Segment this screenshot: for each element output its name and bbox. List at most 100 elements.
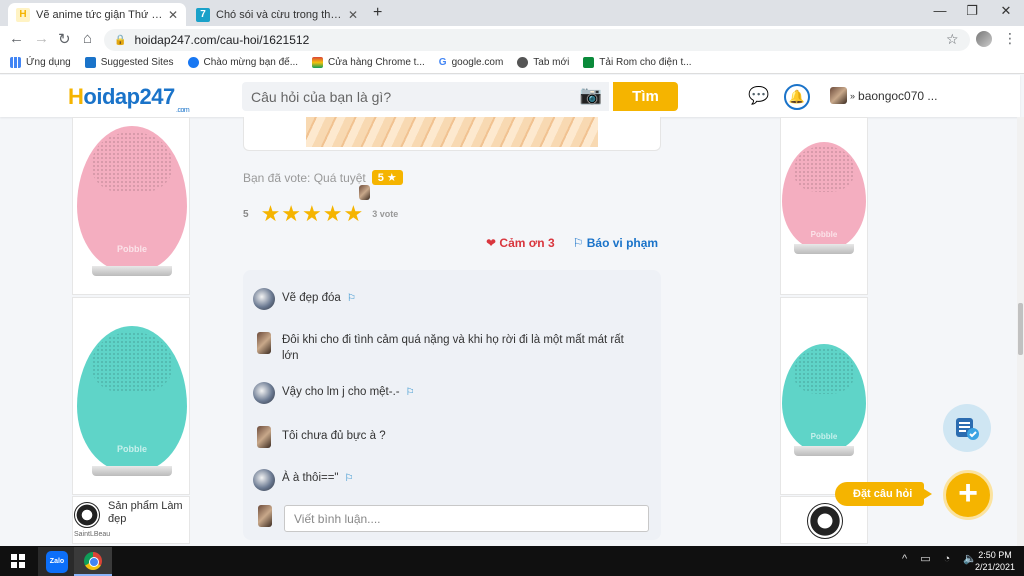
commenter-avatar[interactable] [257,426,271,448]
comment-text: Vậy cho lm j cho mệt-.- [282,386,400,398]
bookmark-suggested-sites[interactable]: Suggested Sites [84,57,174,68]
voter-avatar [359,185,370,200]
question-list-button[interactable] [943,404,991,452]
thanks-button[interactable]: ❤ Cảm ơn 3 [486,236,555,250]
bookmark-facebook[interactable]: Chào mừng bạn đế... [187,57,298,68]
add-question-button[interactable]: + [943,470,993,520]
hoidap247-logo[interactable]: Hoidap247 .com [68,84,190,114]
new-tab-button[interactable]: + [373,4,382,22]
commenter-avatar[interactable] [253,288,275,310]
flag-icon[interactable]: ⚐ [406,387,415,398]
lock-icon: 🔒 [114,34,127,46]
home-icon[interactable]: ⌂ [83,30,92,47]
comment-item: Vậy cho lm j cho mệt-.- ⚐ [253,382,637,404]
star-icon[interactable]: ★ [344,203,364,225]
ad-frame-pink[interactable]: Pobble [72,117,190,295]
star-icon[interactable]: ★ [323,203,343,225]
flag-icon[interactable]: ⚐ [347,293,356,304]
bookmark-star-icon[interactable]: ☆ [946,31,959,48]
windows-start-icon[interactable] [11,554,25,568]
site-favicon-icon: 7 [196,7,210,22]
close-window-button[interactable]: ✕ [991,3,1021,21]
google-icon: G [438,57,447,68]
tab-title: Chó sói và cừu trong thơ ngụ ngô [216,8,344,21]
flag-icon: ⚐ [572,236,584,250]
apps-grid-icon [10,57,21,68]
zalo-taskbar-app[interactable]: Zalo [38,547,76,576]
clock-time: 2:50 PM [978,550,1012,560]
comment-item: Đôi khi cho đi tình cảm quá nặng và khi … [253,332,637,364]
username: baongoc070 ... [858,88,938,103]
star-row: ★ ★ ★ ★ ★ [261,203,365,225]
comment-input[interactable]: Viết bình luận.... [284,505,649,532]
bookmark-google[interactable]: Ggoogle.com [439,57,503,68]
ask-question-label[interactable]: Đặt câu hỏi [835,482,933,506]
bookmark-rom[interactable]: Tải Rom cho điện t... [583,57,692,68]
seller-logo [807,503,843,539]
answer-artwork-image[interactable] [243,117,661,151]
menu-dots-icon[interactable]: ⋮ [1003,30,1017,47]
rom-site-icon [583,57,595,68]
clock-date: 2/21/2021 [974,562,1016,572]
close-tab-icon[interactable]: ✕ [168,8,178,22]
restore-button[interactable]: ❐ [957,3,987,21]
report-button[interactable]: ⚐ Báo vi phạm [573,236,658,250]
ad-frame-teal-right[interactable]: Pobble [780,297,868,495]
close-tab-icon[interactable]: ✕ [348,8,358,22]
pink-cleanser-image: Pobble [782,142,866,254]
chrome-icon [84,551,102,570]
chat-icon[interactable]: 💬 [748,86,769,106]
commenter-avatar[interactable] [253,469,275,491]
globe-icon [517,57,529,68]
chevron-down-icon: » [850,90,856,101]
notification-bell-icon[interactable]: 🔔 [784,84,810,110]
bookmark-new-tab[interactable]: Tab mới [517,57,569,68]
user-menu[interactable]: » baongoc070 ... [830,87,937,104]
ad-frame-teal[interactable]: Pobble [72,297,190,495]
star-icon[interactable]: ★ [302,203,322,225]
reload-icon[interactable]: ↻ [58,30,71,48]
vote-badge: 5 ★ [371,170,403,185]
vote-count: 3 vote [372,209,399,219]
comment-text: Tôi chưa đủ bực à ? [282,430,386,442]
camera-icon[interactable]: 📷 [578,85,604,107]
facebook-icon [187,57,199,68]
commenter-avatar[interactable] [253,382,275,404]
scrollbar-thumb[interactable] [1018,303,1023,355]
seller-logo [74,502,100,528]
star-icon[interactable]: ★ [281,203,301,225]
taskbar-clock[interactable]: 2:50 PM 2/21/2021 [972,549,1018,573]
comment-item: Tôi chưa đủ bực à ? [253,426,637,448]
teal-cleanser-image: Pobble [782,344,866,456]
bookmark-chrome-store[interactable]: Cửa hàng Chrome t... [312,57,425,68]
tab-inactive[interactable]: 7 Chó sói và cừu trong thơ ngụ ngô ✕ [188,3,366,26]
comment-text: À à thôi==" [282,472,339,484]
heart-icon: ❤ [486,236,497,250]
search-button[interactable]: Tìm [613,82,678,111]
minimize-button[interactable]: — [925,3,955,21]
address-bar[interactable]: 🔒 hoidap247.com/cau-hoi/1621512 [104,29,970,51]
comment-item: À à thôi==" ⚐ [253,469,637,491]
chrome-taskbar-app[interactable] [74,547,112,576]
star-icon[interactable]: ★ [261,203,281,225]
flag-icon[interactable]: ⚐ [345,473,354,484]
question-search-input[interactable]: Câu hỏi của bạn là gì? [242,82,609,111]
commenter-avatar[interactable] [257,332,271,354]
answer-actions: ❤ Cảm ơn 3 ⚐ Báo vi phạm [486,236,658,250]
url-text: hoidap247.com/cau-hoi/1621512 [134,33,310,47]
back-icon[interactable]: ← [9,30,24,47]
comments-section: Vẽ đẹp đóa ⚐ Đôi khi cho đi tình cảm quá … [243,270,661,540]
system-tray-icons[interactable]: ^ ▭ ◔ 🔈 [902,552,982,565]
profile-avatar[interactable] [976,31,992,47]
product-label[interactable]: Sản phẩm Làm đẹp [108,500,188,526]
zalo-icon: Zalo [46,550,68,573]
voted-status: Bạn đã vote: Quá tuyệt 5 ★ [243,170,403,185]
teal-cleanser-image: Pobble [77,326,187,476]
my-avatar [258,505,272,527]
tab-active[interactable]: H Vẽ anime tức giận Thứ nhất: nhó ✕ [8,3,186,26]
voted-text: Bạn đã vote: Quá tuyệt [243,170,366,185]
pink-cleanser-image: Pobble [77,126,187,276]
ad-frame-pink-right[interactable]: Pobble [780,117,868,295]
forward-icon[interactable]: → [34,30,49,47]
bookmark-apps[interactable]: Ứng dụng [10,57,71,68]
